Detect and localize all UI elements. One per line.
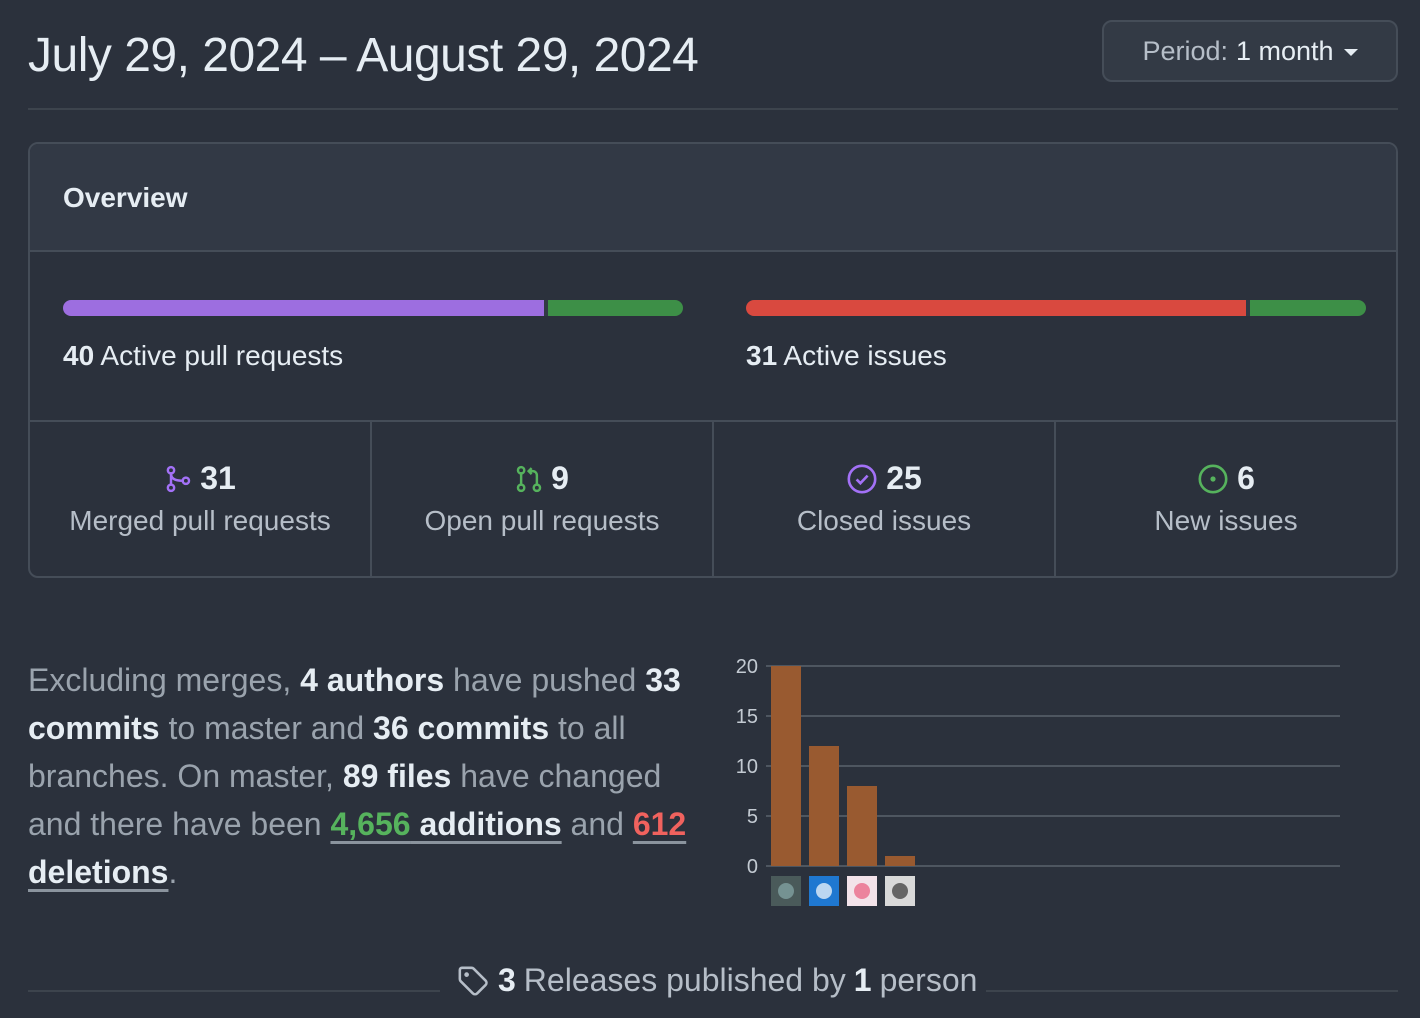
commit-summary: Excluding merges, 4 authors have pushed … [28,656,708,896]
issues-label: Active issues [783,340,947,371]
merged-segment [63,300,544,316]
commits-all: 36 commits [373,710,550,746]
commit-bar [809,746,839,866]
closed-issues-count: 25 [886,460,922,496]
avatar-figure [892,883,908,899]
stat-new-issues[interactable]: 6 New issues [1056,422,1396,576]
summary-text-6: and [561,806,633,842]
git-pull-request-icon [516,465,542,492]
files-changed: 89 files [342,758,452,794]
stat-closed-issues[interactable]: 25 Closed issues [714,422,1056,576]
open-prs-label: Open pull requests [424,505,660,536]
overview-panel: Overview 40 Active pull requests 31 Acti… [28,142,1398,578]
commit-bar [847,786,877,866]
authors-count: 4 authors [300,662,445,698]
pull-requests-label: Active pull requests [100,340,344,371]
releases-text: Releases published by [523,962,846,998]
summary-text-7: . [168,854,178,890]
commits-by-author-chart: 0 5 10 15 20 [736,656,1340,906]
additions-count: 4,656 [330,806,411,842]
period-label: Period: [1142,35,1228,66]
issues-caption[interactable]: 31 Active issues [746,340,947,372]
activity-bars: 40 Active pull requests 31 Active issues [30,252,1396,422]
stats-row: 31 Merged pull requests 9 Open pull requ… [30,422,1396,576]
caret-down-icon [1343,48,1358,56]
issue-closed-icon [847,464,877,493]
period-value: 1 month [1236,35,1334,66]
y-tick-label: 20 [736,656,758,678]
summary-text-2: have pushed [444,662,646,698]
overview-header: Overview [30,144,1396,252]
y-tick-label: 10 [736,756,758,778]
open-prs-count: 9 [551,460,569,496]
summary-text-1: Excluding merges, [28,662,301,698]
issue-opened-icon [1198,464,1228,493]
pull-requests-bar[interactable] [63,300,683,316]
stat-open-prs[interactable]: 9 Open pull requests [372,422,714,576]
y-tick-label: 5 [747,806,758,828]
pull-requests-caption[interactable]: 40 Active pull requests [63,340,343,372]
tag-icon [458,966,488,996]
issues-bar[interactable] [746,300,1366,316]
stat-merged-prs[interactable]: 31 Merged pull requests [30,422,372,576]
new-segment [1249,300,1366,316]
deletions-word: deletions [28,854,169,890]
commit-bar [771,666,801,866]
commit-bar [885,856,915,866]
closed-segment [746,300,1246,316]
avatar-figure [854,883,870,899]
releases-divider: 3 Releases published by 1 person [28,960,1398,1010]
merged-prs-count: 31 [200,460,236,496]
header: July 29, 2024 – August 29, 2024 Period: … [28,0,1398,110]
deletions-count: 612 [632,806,687,842]
issues-count: 31 [746,340,778,371]
open-segment [547,300,683,316]
additions-link[interactable]: 4,656 additions [330,806,561,842]
closed-issues-label: Closed issues [796,505,972,536]
releases-link[interactable]: 3 Releases published by 1 person [448,962,986,999]
merged-prs-label: Merged pull requests [69,505,331,536]
pull-requests-count: 40 [63,340,95,371]
avatar-figure [778,883,794,899]
avatar-figure [816,883,832,899]
summary-text-3: to master and [159,710,374,746]
period-dropdown-button[interactable]: Period: 1 month [1102,20,1398,82]
new-issues-count: 6 [1237,460,1255,496]
releases-people-count: 1 [853,962,872,998]
releases-count: 3 [498,962,516,998]
divider-line-left [28,990,440,992]
git-merge-icon [166,465,191,492]
date-range-title: July 29, 2024 – August 29, 2024 [28,29,699,82]
additions-word: additions [410,806,562,842]
y-tick-label: 15 [736,706,758,728]
releases-person-word: person [879,962,978,998]
y-tick-label: 0 [747,856,758,878]
divider-line-right [986,990,1398,992]
overview-title: Overview [63,182,188,213]
new-issues-label: New issues [1154,505,1298,536]
